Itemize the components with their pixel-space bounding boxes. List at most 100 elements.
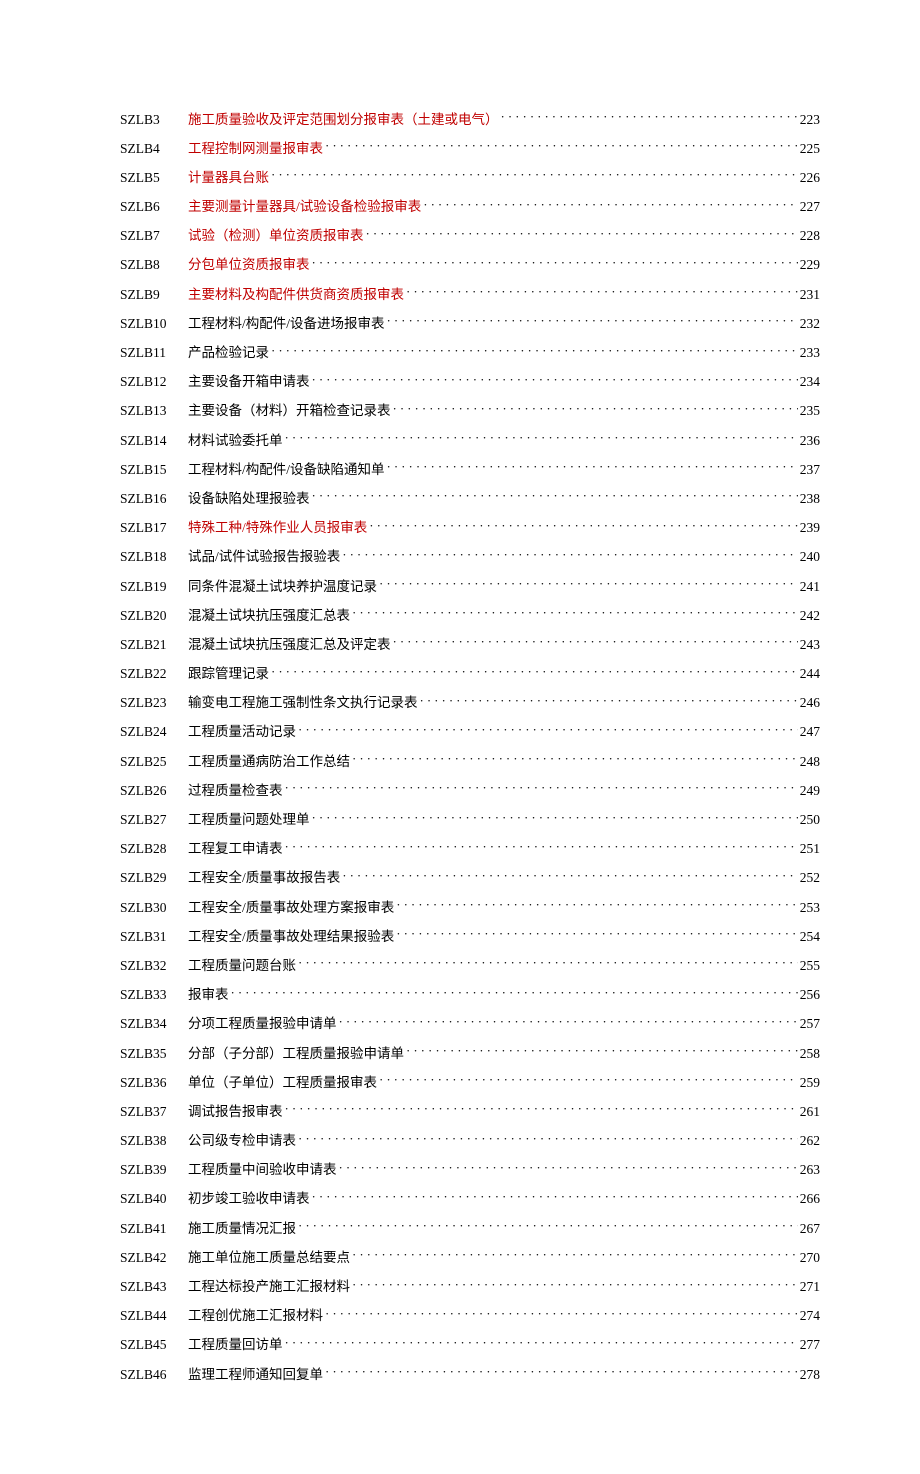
toc-leader-dots <box>366 227 798 241</box>
toc-entry: SZLB21混凝土试块抗压强度汇总及评定表243 <box>120 635 820 651</box>
toc-page-number: 248 <box>800 755 820 769</box>
toc-code: SZLB46 <box>120 1368 188 1382</box>
toc-code: SZLB31 <box>120 930 188 944</box>
toc-code: SZLB15 <box>120 463 188 477</box>
toc-page-number: 254 <box>800 930 820 944</box>
toc-code: SZLB45 <box>120 1338 188 1352</box>
toc-page-number: 239 <box>800 521 820 535</box>
toc-entry: SZLB27工程质量问题处理单250 <box>120 811 820 827</box>
toc-title: 工程质量问题处理单 <box>188 813 310 827</box>
toc-entry: SZLB31工程安全/质量事故处理结果报验表254 <box>120 927 820 943</box>
toc-entry: SZLB42施工单位施工质量总结要点270 <box>120 1248 820 1264</box>
toc-entry: SZLB19同条件混凝土试块养护温度记录 241 <box>120 577 820 593</box>
toc-page-number: 262 <box>800 1134 820 1148</box>
toc-leader-dots <box>406 285 798 299</box>
toc-title: 工程安全/质量事故报告表 <box>188 871 340 885</box>
toc-title: 初步竣工验收申请表 <box>188 1192 310 1206</box>
toc-code: SZLB33 <box>120 988 188 1002</box>
toc-title: 工程质量回访单 <box>188 1338 283 1352</box>
toc-leader-dots <box>298 1132 798 1146</box>
toc-leader-dots <box>396 927 797 941</box>
toc-title: 单位（子单位）工程质量报审表 <box>188 1076 377 1090</box>
toc-page-number: 242 <box>800 609 820 623</box>
toc-leader-dots <box>423 198 797 212</box>
toc-code: SZLB43 <box>120 1280 188 1294</box>
toc-leader-dots <box>342 869 797 883</box>
toc-entry: SZLB5计量器具台账 226 <box>120 168 820 184</box>
toc-code: SZLB9 <box>120 288 188 302</box>
toc-code: SZLB11 <box>120 346 188 360</box>
toc-page-number: 225 <box>800 142 820 156</box>
toc-title: 混凝土试块抗压强度汇总及评定表 <box>188 638 391 652</box>
toc-container: SZLB3施工质量验收及评定范围划分报审表（土建或电气）223SZLB4工程控制… <box>120 110 820 1381</box>
toc-entry: SZLB4工程控制网测量报审表 225 <box>120 139 820 155</box>
toc-entry: SZLB38公司级专检申请表262 <box>120 1132 820 1148</box>
toc-title: 公司级专检申请表 <box>188 1134 296 1148</box>
toc-title: 产品检验记录 <box>188 346 269 360</box>
toc-leader-dots <box>325 139 798 153</box>
toc-code: SZLB14 <box>120 434 188 448</box>
toc-title: 输变电工程施工强制性条文执行记录表 <box>188 696 418 710</box>
toc-page-number: 229 <box>800 258 820 272</box>
toc-page-number: 236 <box>800 434 820 448</box>
toc-title: 工程材料/构配件/设备进场报审表 <box>188 317 385 331</box>
toc-page-number: 223 <box>800 113 820 127</box>
toc-code: SZLB24 <box>120 725 188 739</box>
toc-leader-dots <box>352 606 798 620</box>
toc-title: 调试报告报审表 <box>188 1105 283 1119</box>
toc-entry: SZLB6主要测量计量器具/试验设备检验报审表227 <box>120 198 820 214</box>
toc-page-number: 255 <box>800 959 820 973</box>
toc-entry: SZLB16设备缺陷处理报验表238 <box>120 489 820 505</box>
toc-title: 工程达标投产施工汇报材料 <box>188 1280 350 1294</box>
toc-code: SZLB16 <box>120 492 188 506</box>
toc-code: SZLB26 <box>120 784 188 798</box>
toc-leader-dots <box>312 256 798 270</box>
toc-leader-dots <box>285 1102 798 1116</box>
toc-title: 过程质量检查表 <box>188 784 283 798</box>
toc-title: 工程质量中间验收申请表 <box>188 1163 337 1177</box>
toc-code: SZLB20 <box>120 609 188 623</box>
toc-leader-dots <box>342 548 797 562</box>
toc-page-number: 226 <box>800 171 820 185</box>
toc-code: SZLB19 <box>120 580 188 594</box>
toc-page-number: 247 <box>800 725 820 739</box>
toc-page-number: 251 <box>800 842 820 856</box>
toc-leader-dots <box>352 1278 798 1292</box>
toc-page-number: 249 <box>800 784 820 798</box>
toc-page-number: 267 <box>800 1222 820 1236</box>
toc-code: SZLB5 <box>120 171 188 185</box>
toc-title: 施工单位施工质量总结要点 <box>188 1251 350 1265</box>
toc-entry: SZLB44工程创优施工汇报材料274 <box>120 1307 820 1323</box>
toc-title: 计量器具台账 <box>188 171 269 185</box>
toc-page-number: 259 <box>800 1076 820 1090</box>
toc-page-number: 241 <box>800 580 820 594</box>
toc-entry: SZLB25工程质量通病防治工作总结248 <box>120 752 820 768</box>
toc-title: 工程安全/质量事故处理方案报审表 <box>188 901 394 915</box>
toc-code: SZLB44 <box>120 1309 188 1323</box>
toc-leader-dots <box>369 519 797 533</box>
toc-entry: SZLB33报审表 256 <box>120 986 820 1002</box>
toc-page-number: 274 <box>800 1309 820 1323</box>
toc-page-number: 256 <box>800 988 820 1002</box>
toc-code: SZLB7 <box>120 229 188 243</box>
toc-leader-dots <box>285 431 798 445</box>
toc-code: SZLB39 <box>120 1163 188 1177</box>
toc-title: 特殊工种/特殊作业人员报审表 <box>188 521 367 535</box>
toc-code: SZLB8 <box>120 258 188 272</box>
toc-code: SZLB29 <box>120 871 188 885</box>
toc-code: SZLB4 <box>120 142 188 156</box>
toc-leader-dots <box>325 1307 798 1321</box>
toc-leader-dots <box>325 1365 798 1379</box>
toc-title: 报审表 <box>188 988 229 1002</box>
toc-leader-dots <box>271 344 798 358</box>
toc-leader-dots <box>271 665 798 679</box>
toc-code: SZLB17 <box>120 521 188 535</box>
toc-title: 工程控制网测量报审表 <box>188 142 323 156</box>
toc-title: 同条件混凝土试块养护温度记录 <box>188 580 377 594</box>
toc-code: SZLB35 <box>120 1047 188 1061</box>
toc-entry: SZLB26过程质量检查表 249 <box>120 781 820 797</box>
toc-leader-dots <box>312 1190 798 1204</box>
toc-entry: SZLB13主要设备（材料）开箱检查记录表235 <box>120 402 820 418</box>
toc-code: SZLB34 <box>120 1017 188 1031</box>
toc-leader-dots <box>406 1044 798 1058</box>
